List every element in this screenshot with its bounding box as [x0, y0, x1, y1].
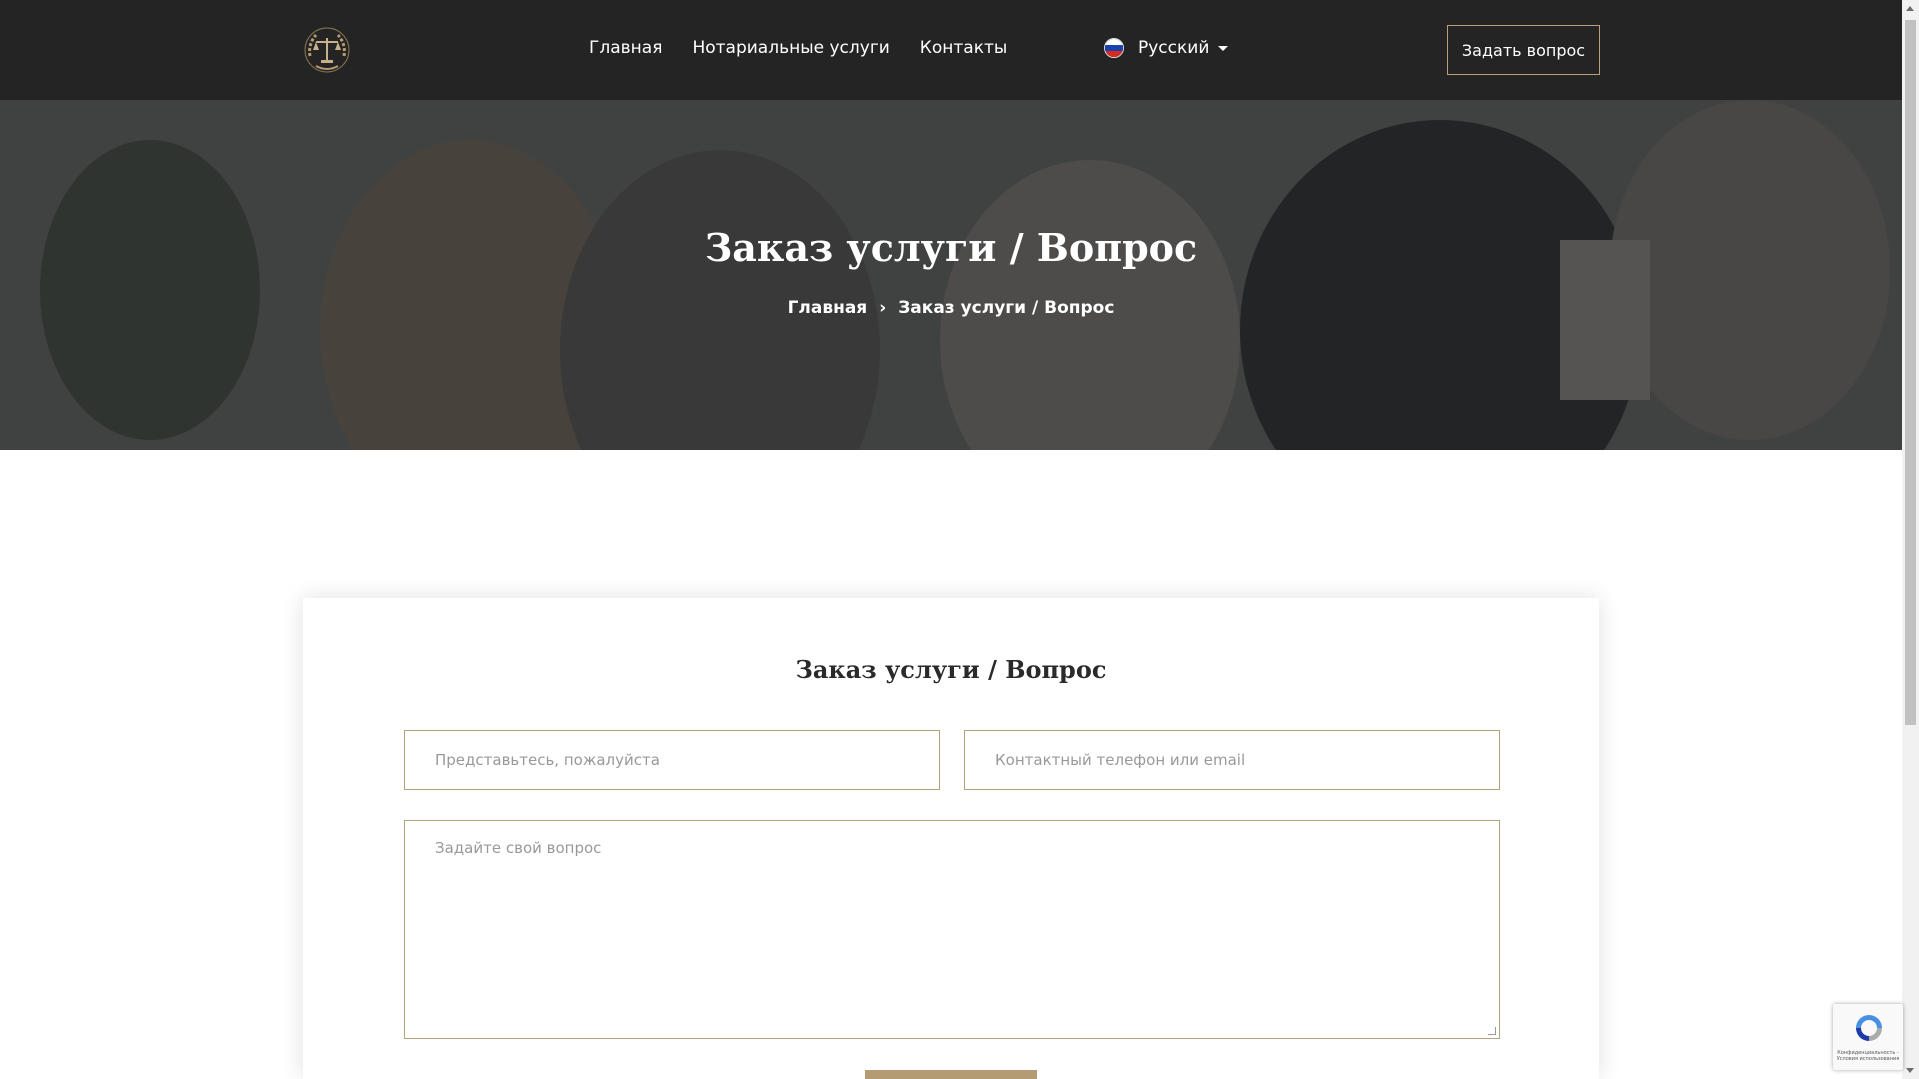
ask-question-button[interactable]: Задать вопрос: [1447, 25, 1600, 75]
language-dropdown[interactable]: Русский: [1104, 38, 1229, 58]
form-title: Заказ услуги / Вопрос: [795, 655, 1107, 684]
resize-handle-icon[interactable]: [1488, 1027, 1496, 1035]
main-nav: Главная Нотариальные услуги Контакты: [589, 38, 1007, 58]
question-placeholder: Задайте свой вопрос: [435, 839, 602, 857]
question-form-card: Заказ услуги / Вопрос Представьтесь, пож…: [303, 598, 1599, 1079]
language-label: Русский: [1138, 38, 1210, 58]
breadcrumb-home-link[interactable]: Главная: [788, 298, 868, 318]
site-header: Главная Нотариальные услуги Контакты Рус…: [0, 0, 1902, 100]
scroll-down-arrow-icon[interactable]: [1906, 1068, 1914, 1073]
nav-link-home[interactable]: Главная: [589, 38, 662, 58]
nav-link-contacts[interactable]: Контакты: [920, 38, 1008, 58]
nav-link-notary-services[interactable]: Нотариальные услуги: [692, 38, 889, 58]
recaptcha-text: Конфиденциальность - Условия использован…: [1836, 1050, 1900, 1062]
russia-flag-icon: [1104, 38, 1124, 58]
breadcrumb: Главная › Заказ услуги / Вопрос: [0, 298, 1902, 318]
hero-overlay: [0, 100, 1902, 450]
contact-input[interactable]: Контактный телефон или email: [964, 730, 1500, 790]
submit-button[interactable]: [865, 1070, 1037, 1079]
caret-down-icon: [1218, 45, 1229, 51]
scrollbar-thumb[interactable]: [1905, 20, 1916, 725]
question-textarea[interactable]: Задайте свой вопрос: [404, 820, 1500, 1039]
name-input[interactable]: Представьтесь, пожалуйста: [404, 730, 940, 790]
hero-banner: Заказ услуги / Вопрос Главная › Заказ услу…: [0, 100, 1902, 450]
page-title: Заказ услуги / Вопрос: [704, 225, 1198, 270]
recaptcha-badge[interactable]: Конфиденциальность - Условия использован…: [1833, 1004, 1903, 1070]
scroll-up-arrow-icon[interactable]: [1906, 6, 1914, 11]
page-scrollbar[interactable]: [1902, 0, 1919, 1079]
breadcrumb-current: Заказ услуги / Вопрос: [898, 298, 1115, 318]
chevron-right-icon: ›: [879, 298, 887, 318]
recaptcha-icon: [1856, 1015, 1882, 1041]
scales-of-justice-logo-icon[interactable]: [302, 26, 352, 74]
